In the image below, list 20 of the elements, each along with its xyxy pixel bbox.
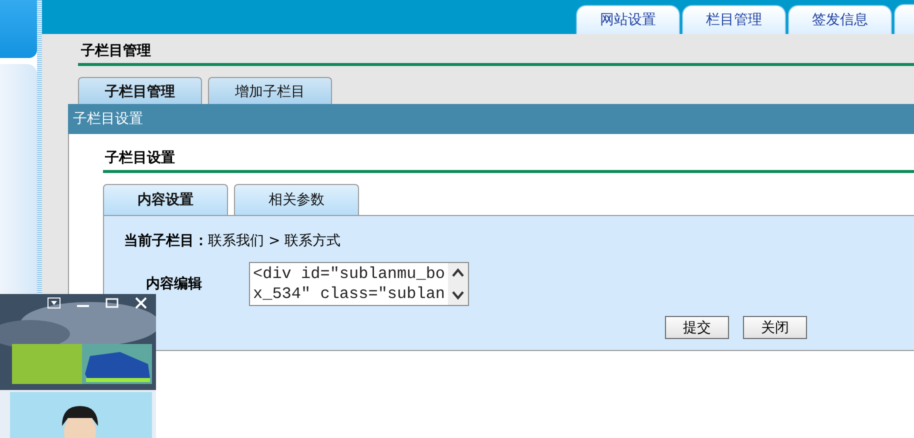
scrollbar[interactable] bbox=[448, 263, 468, 305]
maximize-icon[interactable] bbox=[105, 297, 119, 309]
tab[interactable]: 内容设置 bbox=[103, 184, 228, 215]
field-label: 内容编辑 bbox=[145, 275, 203, 293]
breadcrumb: 当前子栏目：联系我们 > 联系方式 bbox=[124, 232, 342, 250]
tab[interactable]: 子栏目管理 bbox=[78, 77, 202, 105]
sidebar-header bbox=[0, 0, 37, 58]
close-icon[interactable] bbox=[134, 297, 148, 309]
tab[interactable]: 相关参数 bbox=[234, 184, 359, 215]
page-title: 子栏目管理 bbox=[78, 42, 914, 66]
dropdown-icon[interactable] bbox=[47, 297, 61, 309]
tab[interactable]: 增加子栏目 bbox=[208, 77, 332, 105]
nav-tab[interactable]: 网站设置 bbox=[576, 5, 680, 34]
dialog-button[interactable]: 关闭 bbox=[743, 316, 807, 339]
nav-tab[interactable]: 栏目管理 bbox=[682, 5, 786, 34]
nav-tab[interactable]: 签发信息 bbox=[788, 5, 892, 34]
dialog-button[interactable]: 提交 bbox=[665, 316, 729, 339]
section-title: 子栏目设置 bbox=[103, 149, 914, 173]
text-area[interactable]: <div id="sublanmu_box_534" class="sublan bbox=[249, 262, 470, 306]
dialog-title: 子栏目设置 bbox=[68, 104, 914, 134]
